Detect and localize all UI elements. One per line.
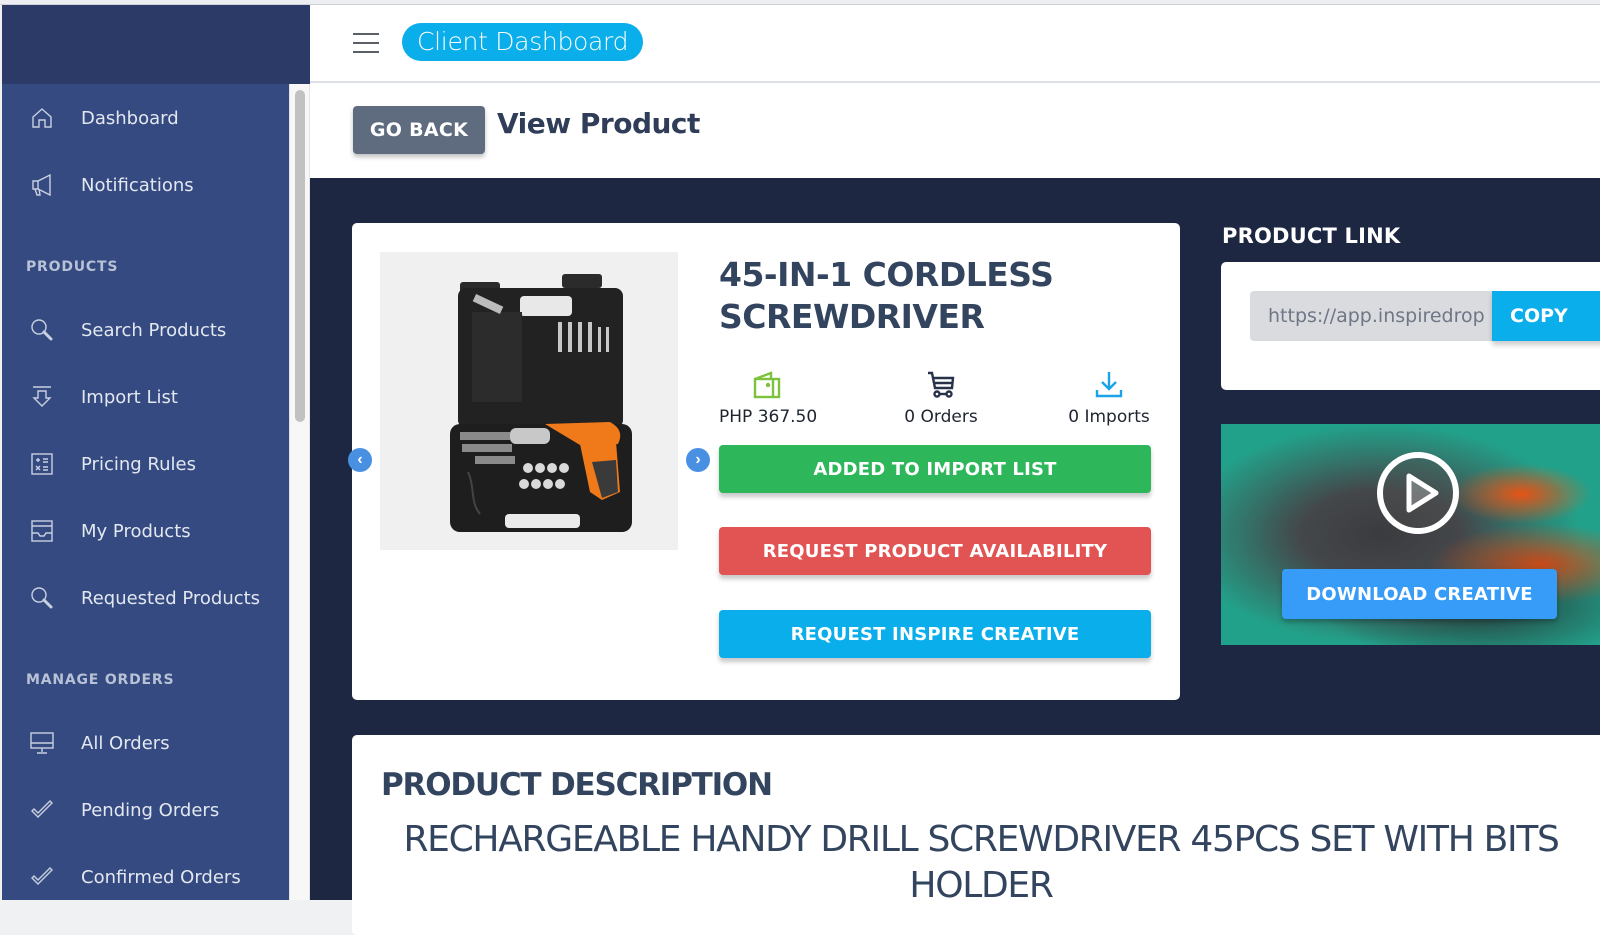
sidebar-item-confirmed-orders[interactable]: Confirmed Orders bbox=[2, 857, 289, 897]
orders-stat: 0 Orders bbox=[900, 368, 982, 427]
sidebar-brand-area bbox=[2, 5, 310, 84]
sidebar: Dashboard Notifications PRODUCTS Search … bbox=[2, 84, 289, 900]
price-value: PHP 367.50 bbox=[719, 407, 818, 427]
import-icon bbox=[30, 385, 54, 409]
sidebar-item-label: Dashboard bbox=[81, 107, 179, 129]
sidebar-item-pending-orders[interactable]: Pending Orders bbox=[2, 790, 289, 830]
sidebar-item-label: Search Products bbox=[81, 319, 227, 341]
sidebar-item-label: Pricing Rules bbox=[81, 453, 196, 475]
sidebar-item-dashboard[interactable]: Dashboard bbox=[2, 98, 289, 138]
sidebar-item-label: Confirmed Orders bbox=[81, 866, 241, 888]
sidebar-item-requested-products[interactable]: Requested Products bbox=[2, 578, 289, 618]
product-description-card: PRODUCT DESCRIPTION RECHARGEABLE HANDY D… bbox=[352, 735, 1600, 935]
product-description-title: PRODUCT DESCRIPTION bbox=[381, 767, 773, 803]
sidebar-section-manage-orders: MANAGE ORDERS bbox=[26, 672, 175, 688]
sidebar-item-label: Notifications bbox=[81, 174, 194, 196]
sidebar-scrollbar-thumb[interactable] bbox=[295, 90, 305, 422]
sidebar-item-label: Pending Orders bbox=[81, 799, 220, 821]
inbox-icon bbox=[30, 519, 54, 543]
product-link-label: PRODUCT LINK bbox=[1222, 224, 1401, 248]
sidebar-item-label: Requested Products bbox=[81, 587, 261, 609]
price-stat: PHP 367.50 bbox=[719, 368, 818, 427]
wallet-icon bbox=[719, 368, 815, 402]
hamburger-menu-icon[interactable] bbox=[353, 33, 379, 53]
megaphone-icon bbox=[30, 173, 54, 197]
copy-link-button[interactable]: COPY bbox=[1492, 291, 1600, 341]
request-product-availability-button[interactable]: REQUEST PRODUCT AVAILABILITY bbox=[719, 527, 1151, 575]
product-card: ‹ › 45-IN-1 CORDLESS SCREWDRIVER PHP 367… bbox=[348, 223, 1180, 700]
orders-value: 0 Orders bbox=[904, 407, 978, 427]
cart-icon bbox=[900, 368, 982, 402]
page-title: View Product bbox=[497, 107, 700, 140]
product-description-text: RECHARGEABLE HANDY DRILL SCREWDRIVER 45P… bbox=[403, 819, 1559, 906]
product-image[interactable] bbox=[380, 252, 678, 550]
search-icon bbox=[30, 586, 54, 610]
download-icon bbox=[1064, 368, 1154, 402]
client-dashboard-badge[interactable]: Client Dashboard bbox=[402, 23, 644, 61]
sidebar-item-my-products[interactable]: My Products bbox=[2, 511, 289, 551]
product-link-card: COPY bbox=[1221, 262, 1600, 390]
play-icon[interactable] bbox=[1376, 451, 1460, 535]
added-to-import-list-button[interactable]: ADDED TO IMPORT LIST bbox=[719, 445, 1151, 493]
sidebar-item-label: Import List bbox=[81, 386, 178, 408]
imports-value: 0 Imports bbox=[1068, 407, 1150, 427]
main-content: ‹ › 45-IN-1 CORDLESS SCREWDRIVER PHP 367… bbox=[310, 178, 1600, 935]
carousel-next-button[interactable]: › bbox=[686, 448, 710, 472]
sidebar-item-import-list[interactable]: Import List bbox=[2, 377, 289, 417]
check-icon bbox=[30, 798, 54, 822]
sidebar-item-all-orders[interactable]: All Orders bbox=[2, 723, 289, 763]
sidebar-item-label: My Products bbox=[81, 520, 191, 542]
sidebar-item-notifications[interactable]: Notifications bbox=[2, 165, 289, 205]
imports-stat: 0 Imports bbox=[1064, 368, 1154, 427]
sidebar-section-products: PRODUCTS bbox=[26, 259, 119, 275]
download-creative-button[interactable]: DOWNLOAD CREATIVE bbox=[1282, 569, 1557, 619]
page-header: GO BACK View Product bbox=[310, 83, 1600, 178]
search-icon bbox=[30, 318, 54, 342]
top-header: Client Dashboard bbox=[310, 5, 1600, 83]
carousel-prev-button[interactable]: ‹ bbox=[348, 448, 372, 472]
sidebar-item-pricing-rules[interactable]: Pricing Rules bbox=[2, 444, 289, 484]
calculator-icon bbox=[30, 452, 54, 476]
double-check-icon bbox=[30, 865, 54, 889]
home-icon bbox=[30, 106, 54, 130]
product-link-input[interactable] bbox=[1250, 291, 1494, 341]
creative-video-preview[interactable]: DOWNLOAD CREATIVE bbox=[1221, 424, 1600, 645]
monitor-icon bbox=[30, 731, 54, 755]
sidebar-scrollbar[interactable] bbox=[289, 84, 310, 900]
product-title: 45-IN-1 CORDLESS SCREWDRIVER bbox=[719, 255, 1054, 336]
sidebar-item-label: All Orders bbox=[81, 732, 170, 754]
request-inspire-creative-button[interactable]: REQUEST INSPIRE CREATIVE bbox=[719, 610, 1151, 658]
sidebar-item-search-products[interactable]: Search Products bbox=[2, 310, 289, 350]
go-back-button[interactable]: GO BACK bbox=[353, 106, 485, 154]
